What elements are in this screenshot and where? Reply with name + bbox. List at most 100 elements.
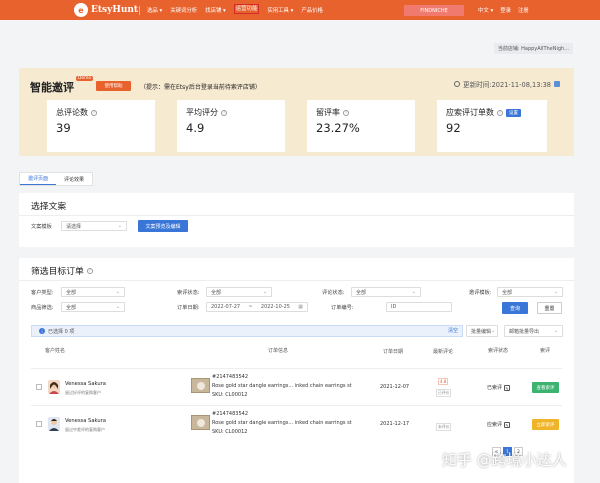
stat-value: 4.9 [186,121,205,135]
query-button[interactable]: 查询 [502,302,528,314]
review-status-label: 索评状态: [177,290,200,296]
customer-type-select[interactable]: 全部 ⌄ [61,287,125,297]
review-template-select[interactable]: 全部 ⌄ [497,287,563,297]
section-title: 选择文案 [31,202,67,212]
stat-card-orders-to-review: 应索评订单数? 设置 92 [437,100,547,152]
findniche-button[interactable]: FINDNICHE [404,5,464,16]
date-end[interactable]: 2022-10-25 [261,304,290,310]
nav-item-find-shop[interactable]: 找店铺 ▾ [205,6,226,14]
nav-item-product-selection[interactable]: 选品 ▾ [147,6,162,14]
login-link[interactable]: 登录 [500,6,511,14]
col-header-action: 索评 [540,348,551,354]
avatar [48,417,60,431]
product-filter-select[interactable]: 全部 ⌄ [61,302,125,312]
request-review-button[interactable]: 立即索评 [532,419,559,430]
comment-status-select[interactable]: 全部 ⌄ [351,287,421,297]
tab-review-effect[interactable]: 评论效果 [56,173,92,185]
page-title: 智能邀评 [30,81,74,94]
order-id[interactable]: #2147483542 [212,374,248,380]
update-time-text: 更新时间:2021-11-08,13:38 [462,81,551,89]
row-checkbox[interactable] [36,421,42,427]
watermark: 知乎 @跨境小达人 [442,451,567,469]
batch-export-select[interactable]: 邮箱批量导出 ⌄ [504,325,563,337]
customer-name: Venessa Sakura [65,381,106,387]
order-date: 2021-12-07 [380,384,410,390]
help-icon[interactable]: ? [343,109,349,116]
hint-text: （提示：需在Etsy后台登录当前待索评店铺） [140,84,261,91]
divider [19,215,574,216]
nav-divider [139,6,140,15]
selection-info-bar: i 已选择 0 项 [31,325,463,337]
edit-icon[interactable]: ✎ [504,384,511,391]
language-select[interactable]: 中文 ▾ [478,6,493,14]
help-icon[interactable]: ? [221,109,227,116]
order-no-input[interactable]: ID [386,302,452,312]
edit-icon[interactable]: ✎ [504,421,511,428]
nav-item-tools[interactable]: 实用工具 ▾ [267,6,293,14]
logo[interactable]: e EtsyHunt [74,3,138,17]
date-start[interactable]: 2022-07-27 [211,304,240,310]
col-header-order-info: 订单信息 [268,348,289,354]
stat-label: 留评率 [316,108,340,117]
current-shop-label[interactable]: 当前店铺: HappyAllTheNigh... [493,43,573,54]
help-icon[interactable]: ? [91,109,97,116]
customer-type-label: 客户类型: [31,290,54,296]
top-nav-bar: e EtsyHunt 选品 ▾ 关键词分析 找店铺 ▾ 运营功能 实用工具 ▾ … [0,0,600,20]
user-links: 中文 ▾ 登录 注册 [478,6,529,14]
order-id[interactable]: #2147483542 [212,411,248,417]
batch-edit-select[interactable]: 批量编辑 ⌄ [466,325,498,337]
stat-label: 总评论数 [56,108,88,117]
product-sku: SKU: CL00012 [212,429,248,435]
product-thumbnail[interactable] [191,415,210,430]
main-nav: 选品 ▾ 关键词分析 找店铺 ▾ 运营功能 实用工具 ▾ 产品价格 [147,4,323,14]
refresh-icon[interactable] [554,81,560,87]
avatar-male-icon [49,419,59,431]
etsyhunt-logo-icon: e [74,3,88,17]
chevron-down-icon: ⌄ [553,289,558,295]
customer-desc: 留过中差评的复购客户 [65,427,105,432]
chevron-down-icon: ⌄ [117,223,122,229]
nav-item-keyword-analysis[interactable]: 关键词分析 [170,6,197,14]
help-icon[interactable]: ? [86,267,93,274]
settings-button[interactable]: 设置 [506,108,521,117]
avatar [48,380,60,394]
customer-name: Venessa Sakura [65,418,106,424]
review-status: 已索评 ✎ [487,384,511,391]
review-status-select[interactable]: 全部 ⌄ [206,287,272,297]
copy-template-card: 选择文案 文案模板 请选择 ⌄ 文案预览及编辑 [19,193,574,247]
chevron-down-icon: ⌄ [491,328,496,334]
page-tabs: 邀评页面 评论效果 [19,172,94,186]
review-stars: 4.8 [438,378,449,385]
nav-item-pricing[interactable]: 产品价格 [301,6,323,14]
order-date-range[interactable]: 2022-07-27 ~ 2022-10-25 ▦ [206,302,308,312]
table-row: Venessa Sakura 留过中差评的复购客户 #2147483542 Ro… [31,405,562,441]
logo-text: EtsyHunt [91,5,139,15]
stat-card-average-rating: 平均评分? 4.9 [177,100,285,152]
date-separator: ~ [248,304,253,310]
reset-button[interactable]: 重置 [537,302,562,314]
chevron-down-icon: ⌄ [262,289,267,295]
template-select[interactable]: 请选择 ⌄ [61,221,127,231]
product-thumbnail[interactable] [191,378,210,393]
template-label: 文案模板 [31,224,52,230]
col-header-review-status: 索评状态 [488,348,509,354]
help-icon[interactable]: ? [497,109,503,116]
customer-desc: 留过好评的复购客户 [65,390,101,395]
col-header-order-date[interactable]: 订单日期 [383,348,403,355]
product-title: Rose gold star dangle earrings... inked … [212,383,352,389]
col-header-latest-review[interactable]: 最新评论 [433,348,453,355]
stat-card-total-reviews: 总评论数? 39 [47,100,155,152]
review-tag: 已评价 [436,389,452,397]
preview-edit-button[interactable]: 文案预览及编辑 [138,220,188,232]
clear-selection-link[interactable]: 清空 [448,327,458,334]
nav-item-operations[interactable]: 运营功能 [233,4,260,14]
row-checkbox[interactable] [36,384,42,390]
register-link[interactable]: 注册 [518,6,529,14]
help-button[interactable]: 使用帮助 [96,81,131,91]
stat-label: 平均评分 [186,108,218,117]
stat-value: 39 [56,121,71,135]
info-icon: i [39,328,45,334]
tab-review-invite[interactable]: 邀评页面 [20,173,57,185]
col-header-customer: 客户姓名 [45,348,66,354]
view-review-button[interactable]: 查看索评 [532,382,559,393]
